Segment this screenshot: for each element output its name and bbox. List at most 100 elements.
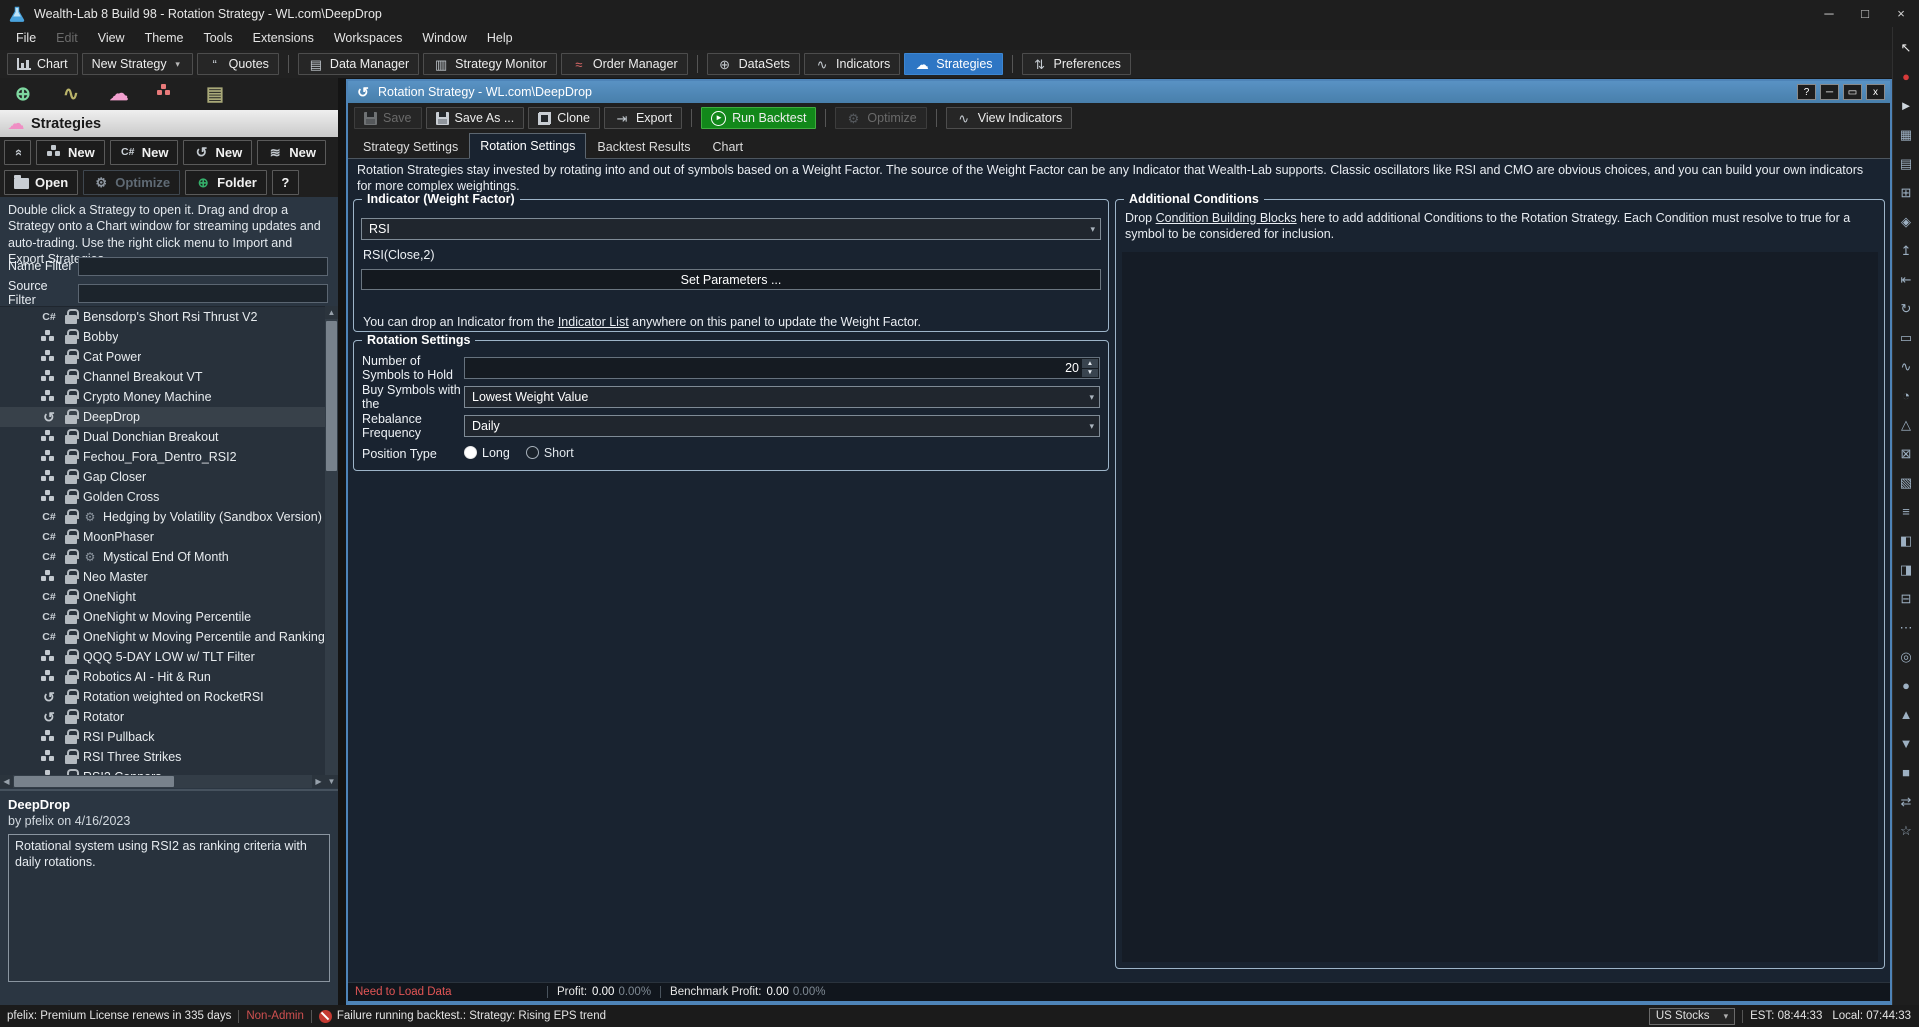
save-as-button[interactable]: Save As ...: [426, 107, 525, 129]
strategy-window-titlebar[interactable]: ↺ Rotation Strategy - WL.com\DeepDrop ?─…: [348, 81, 1890, 103]
new-button[interactable]: ↺New: [183, 140, 252, 165]
list-item[interactable]: Fechou_Fora_Dentro_RSI2: [0, 447, 338, 467]
diamond-icon[interactable]: ◈: [1894, 207, 1918, 236]
symbols-to-hold-stepper[interactable]: 20 ▲▼: [464, 357, 1100, 379]
rebalance-select[interactable]: Daily ▾: [464, 415, 1100, 437]
chart-button[interactable]: Chart: [7, 53, 78, 75]
datasets-globe-icon[interactable]: ⊕: [12, 83, 34, 105]
hatch-icon[interactable]: ▧: [1894, 468, 1918, 497]
expand-panel-icon[interactable]: ►: [1894, 91, 1918, 120]
scroll-up-icon[interactable]: ▲: [325, 306, 338, 319]
indicators-wave-icon[interactable]: ∿: [60, 83, 82, 105]
button-button[interactable]: ?: [272, 170, 299, 195]
quotes-button[interactable]: “Quotes: [197, 53, 279, 75]
run-backtest-button[interactable]: ►Run Backtest: [701, 107, 816, 129]
library-icon[interactable]: ▤: [204, 83, 226, 105]
tab-backtest-results[interactable]: Backtest Results: [586, 135, 701, 158]
list-item[interactable]: ↺Rotation weighted on RocketRSI: [0, 687, 338, 707]
menu-view[interactable]: View: [88, 27, 135, 50]
half-right-icon[interactable]: ◨: [1894, 555, 1918, 584]
position-radio-long[interactable]: Long: [464, 446, 510, 460]
scroll-thumb[interactable]: [14, 776, 174, 787]
list-item[interactable]: C#Bensdorp's Short Rsi Thrust V2: [0, 307, 338, 327]
optimize-button[interactable]: ⚙Optimize: [835, 107, 926, 129]
clock-icon[interactable]: ◔: [1894, 381, 1918, 410]
list-item[interactable]: RSI Pullback: [0, 727, 338, 747]
strategies-brain-icon[interactable]: ☁: [108, 83, 130, 105]
swap-icon[interactable]: ⇄: [1894, 787, 1918, 816]
scroll-thumb[interactable]: [326, 321, 337, 471]
menu-workspaces[interactable]: Workspaces: [324, 27, 413, 50]
optimize-button[interactable]: ⚙Optimize: [83, 170, 180, 195]
name-filter-input[interactable]: [78, 257, 328, 276]
lines-icon[interactable]: ≡: [1894, 497, 1918, 526]
stepper-up-icon[interactable]: ▲: [1082, 359, 1098, 368]
list-item[interactable]: Dual Donchian Breakout: [0, 427, 338, 447]
close-button[interactable]: ×: [1883, 0, 1919, 27]
list-item[interactable]: C#OneNight w Moving Percentile and Ranki…: [0, 627, 338, 647]
button-button[interactable]: »: [4, 140, 31, 165]
strategy-monitor-button[interactable]: ▥Strategy Monitor: [423, 53, 557, 75]
list-item[interactable]: RSI Three Strikes: [0, 747, 338, 767]
dots-icon[interactable]: ⋯: [1894, 613, 1918, 642]
panel-splitter[interactable]: [338, 78, 346, 1005]
menu-file[interactable]: File: [6, 27, 46, 50]
new-strategy-button[interactable]: New Strategy▾: [82, 53, 193, 75]
condition-building-blocks-link[interactable]: Condition Building Blocks: [1156, 211, 1297, 225]
rows-icon[interactable]: ▤: [1894, 149, 1918, 178]
list-item[interactable]: C#MoonPhaser: [0, 527, 338, 547]
minus-box-icon[interactable]: ⊟: [1894, 584, 1918, 613]
dock-left-icon[interactable]: ⇤: [1894, 265, 1918, 294]
maximize-button[interactable]: ▭: [1843, 84, 1862, 100]
indicators-button[interactable]: ∿Indicators: [804, 53, 900, 75]
list-item[interactable]: Channel Breakout VT: [0, 367, 338, 387]
list-item[interactable]: QQQ 5-DAY LOW w/ TLT Filter: [0, 647, 338, 667]
menu-edit[interactable]: Edit: [46, 27, 88, 50]
order-manager-button[interactable]: ≈Order Manager: [561, 53, 688, 75]
list-item[interactable]: C#⚙Hedging by Volatility (Sandbox Versio…: [0, 507, 338, 527]
target-icon[interactable]: ◎: [1894, 642, 1918, 671]
down-tri-icon[interactable]: ▼: [1894, 729, 1918, 758]
half-left-icon[interactable]: ◧: [1894, 526, 1918, 555]
menu-tools[interactable]: Tools: [193, 27, 242, 50]
menu-help[interactable]: Help: [477, 27, 523, 50]
list-item[interactable]: Cat Power: [0, 347, 338, 367]
dot-icon[interactable]: ●: [1894, 671, 1918, 700]
maximize-button[interactable]: □: [1847, 0, 1883, 27]
close-box-icon[interactable]: ⊠: [1894, 439, 1918, 468]
scroll-down-icon[interactable]: ▼: [325, 775, 338, 788]
new-button[interactable]: New: [36, 140, 105, 165]
open-button[interactable]: Open: [4, 170, 78, 195]
list-item[interactable]: ↺DeepDrop: [0, 407, 338, 427]
list-item[interactable]: Bobby: [0, 327, 338, 347]
add-box-icon[interactable]: ⊞: [1894, 178, 1918, 207]
market-selector[interactable]: US Stocks ▾: [1649, 1008, 1735, 1025]
list-item[interactable]: C#OneNight w Moving Percentile: [0, 607, 338, 627]
minimize-button[interactable]: ─: [1820, 84, 1839, 100]
export-button[interactable]: ⇥Export: [604, 107, 682, 129]
preferences-button[interactable]: ⇅Preferences: [1022, 53, 1131, 75]
data-manager-button[interactable]: ▤Data Manager: [298, 53, 419, 75]
menu-extensions[interactable]: Extensions: [243, 27, 324, 50]
list-horizontal-scrollbar[interactable]: ◀ ▶: [0, 775, 325, 788]
list-item[interactable]: ↺Rotator: [0, 707, 338, 727]
grid-icon[interactable]: ▦: [1894, 120, 1918, 149]
buy-symbols-select[interactable]: Lowest Weight Value ▾: [464, 386, 1100, 408]
rect-icon[interactable]: ▭: [1894, 323, 1918, 352]
building-blocks-icon[interactable]: [156, 83, 178, 105]
pointer-icon[interactable]: ↖: [1894, 33, 1918, 62]
list-vertical-scrollbar[interactable]: ▲: [325, 306, 338, 775]
help-button[interactable]: ?: [1797, 84, 1816, 100]
arrow-up-icon[interactable]: ↥: [1894, 236, 1918, 265]
indicator-select[interactable]: RSI ▾: [361, 218, 1101, 240]
tab-strategy-settings[interactable]: Strategy Settings: [352, 135, 469, 158]
conditions-drop-zone[interactable]: [1122, 252, 1878, 962]
new-button[interactable]: C#New: [110, 140, 179, 165]
stepper-down-icon[interactable]: ▼: [1082, 369, 1098, 378]
datasets-button[interactable]: ⊕DataSets: [707, 53, 800, 75]
list-item[interactable]: C#⚙Mystical End Of Month: [0, 547, 338, 567]
indicator-list-link[interactable]: Indicator List: [558, 315, 629, 329]
list-item[interactable]: Crypto Money Machine: [0, 387, 338, 407]
menu-window[interactable]: Window: [412, 27, 476, 50]
list-item[interactable]: Gap Closer: [0, 467, 338, 487]
